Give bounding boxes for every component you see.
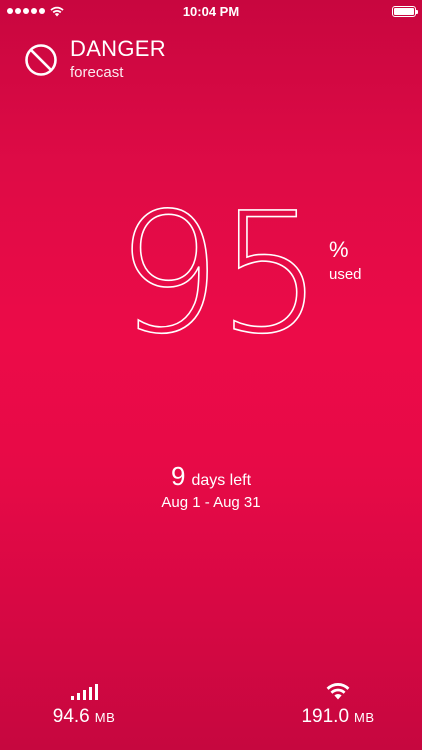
- days-left-line: 9 days left: [0, 462, 422, 490]
- status-title: DANGER: [70, 36, 166, 61]
- cellular-usage-unit: MB: [94, 710, 116, 725]
- cellular-usage[interactable]: 94.6 MB: [14, 678, 154, 728]
- wifi-icon: [268, 678, 408, 700]
- wifi-status-icon: [50, 6, 64, 16]
- wifi-usage-value-row: 191.0 MB: [268, 706, 408, 728]
- cellular-usage-value-row: 94.6 MB: [14, 706, 154, 728]
- wifi-usage[interactable]: 191.0 MB: [268, 678, 408, 728]
- battery-icon: [392, 5, 418, 17]
- status-subtitle: forecast: [70, 64, 124, 81]
- period-range: Aug 1 - Aug 31: [161, 494, 261, 511]
- cell-signal-dots-icon: [7, 8, 45, 14]
- header-text: DANGER forecast: [70, 37, 166, 82]
- wifi-usage-unit: MB: [354, 710, 375, 725]
- usage-display: 95 % used: [0, 179, 422, 371]
- usage-percent-value: 95: [115, 178, 324, 371]
- status-bar: 10:04 PM: [0, 0, 422, 22]
- status-right: [296, 5, 418, 17]
- wifi-usage-value: 191.0: [301, 706, 350, 727]
- days-left-label: days left: [191, 472, 252, 489]
- usage-unit: %: [329, 237, 349, 262]
- cellular-usage-value: 94.6: [52, 706, 90, 727]
- days-left-number: 9: [170, 461, 186, 491]
- status-left: [7, 6, 127, 17]
- prohibited-icon: [25, 44, 57, 76]
- billing-period: 9 days left Aug 1 - Aug 31: [0, 462, 422, 511]
- usage-unit-label: used: [329, 266, 362, 283]
- cellular-signal-icon: [14, 678, 154, 700]
- forecast-header: DANGER forecast: [24, 37, 166, 82]
